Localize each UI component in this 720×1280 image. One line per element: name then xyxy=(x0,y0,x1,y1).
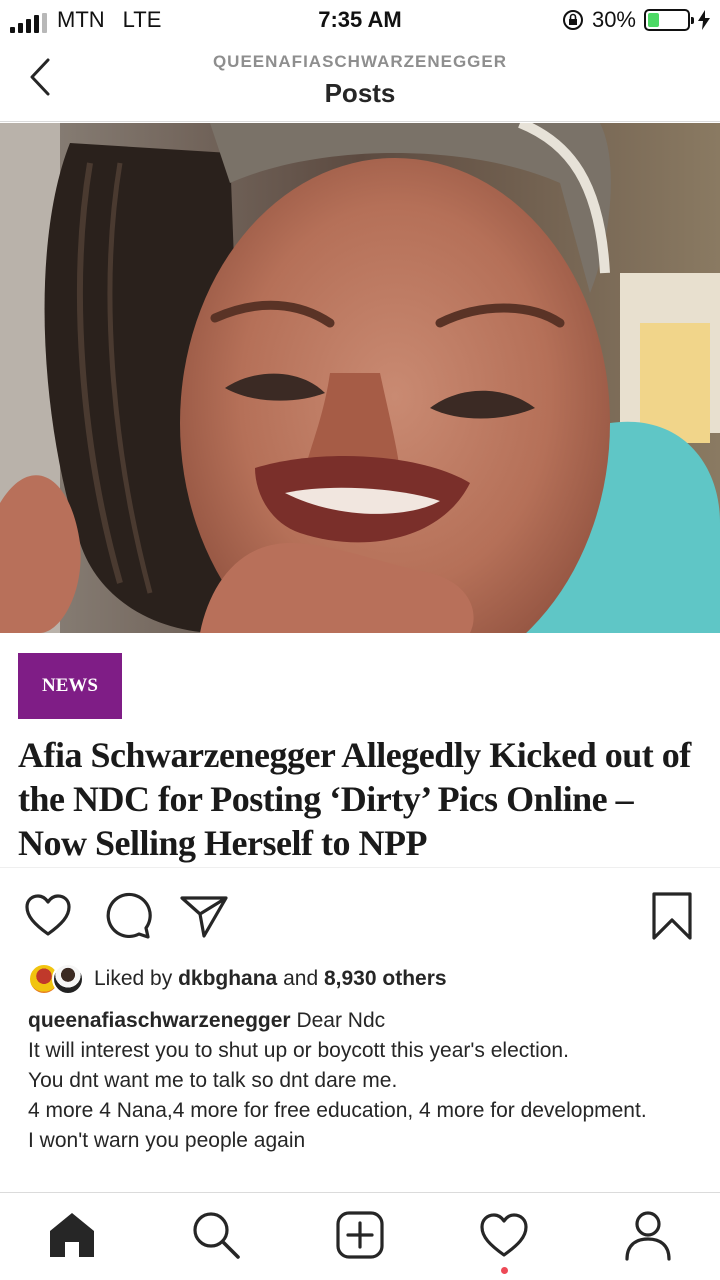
likes-prefix: Liked by xyxy=(94,967,173,990)
charging-bolt-icon xyxy=(698,10,710,30)
caption-line: You dnt want me to talk so dnt dare me. xyxy=(28,1069,398,1092)
post-image xyxy=(0,123,720,633)
post-photo[interactable] xyxy=(0,123,720,633)
tab-bar xyxy=(0,1192,720,1280)
profile-icon[interactable] xyxy=(622,1209,674,1261)
caption-first-line: Dear Ndc xyxy=(296,1009,386,1032)
nav-header: QUEENAFIASCHWARZENEGGER Posts xyxy=(0,40,720,122)
article-card[interactable]: NEWS Afia Schwarzenegger Allegedly Kicke… xyxy=(0,633,720,868)
profile-username: QUEENAFIASCHWARZENEGGER xyxy=(212,52,508,71)
comment-icon[interactable] xyxy=(101,890,153,942)
status-bar: MTN LTE 7:35 AM 30% xyxy=(0,0,720,40)
heart-icon[interactable] xyxy=(22,890,74,942)
news-tag: NEWS xyxy=(18,653,122,719)
status-right: 30% xyxy=(562,7,710,33)
likes-text: Liked by dkbghana and 8,930 others xyxy=(94,967,447,991)
article-headline: Afia Schwarzenegger Allegedly Kicked out… xyxy=(18,735,691,863)
notification-dot xyxy=(501,1267,508,1274)
page-title: Posts xyxy=(324,78,396,108)
likes-others[interactable]: 8,930 others xyxy=(324,967,447,990)
bookmark-icon[interactable] xyxy=(646,890,698,942)
orientation-lock-icon xyxy=(562,10,583,30)
caption-line: I won't warn you people again xyxy=(28,1129,306,1152)
caption-username[interactable]: queenafiaschwarzenegger xyxy=(28,1009,291,1032)
post-caption: queenafiaschwarzenegger Dear Ndc It will… xyxy=(28,1006,698,1156)
post-actions xyxy=(0,880,720,950)
share-icon[interactable] xyxy=(178,890,230,942)
likes-row[interactable]: Liked by dkbghana and 8,930 others xyxy=(28,962,447,996)
battery-icon xyxy=(644,9,694,31)
caption-line: 4 more 4 Nana,4 more for free education,… xyxy=(28,1099,647,1122)
new-post-icon[interactable] xyxy=(334,1209,386,1261)
likes-joiner: and xyxy=(283,967,319,990)
battery-percent: 30% xyxy=(591,7,636,32)
caption-line: It will interest you to shut up or boyco… xyxy=(28,1039,569,1062)
liker-avatar xyxy=(52,963,84,995)
battery-fill xyxy=(648,13,660,27)
likes-user[interactable]: dkbghana xyxy=(178,967,277,990)
search-icon[interactable] xyxy=(190,1209,242,1261)
activity-icon[interactable] xyxy=(478,1209,530,1261)
home-icon[interactable] xyxy=(46,1209,98,1261)
